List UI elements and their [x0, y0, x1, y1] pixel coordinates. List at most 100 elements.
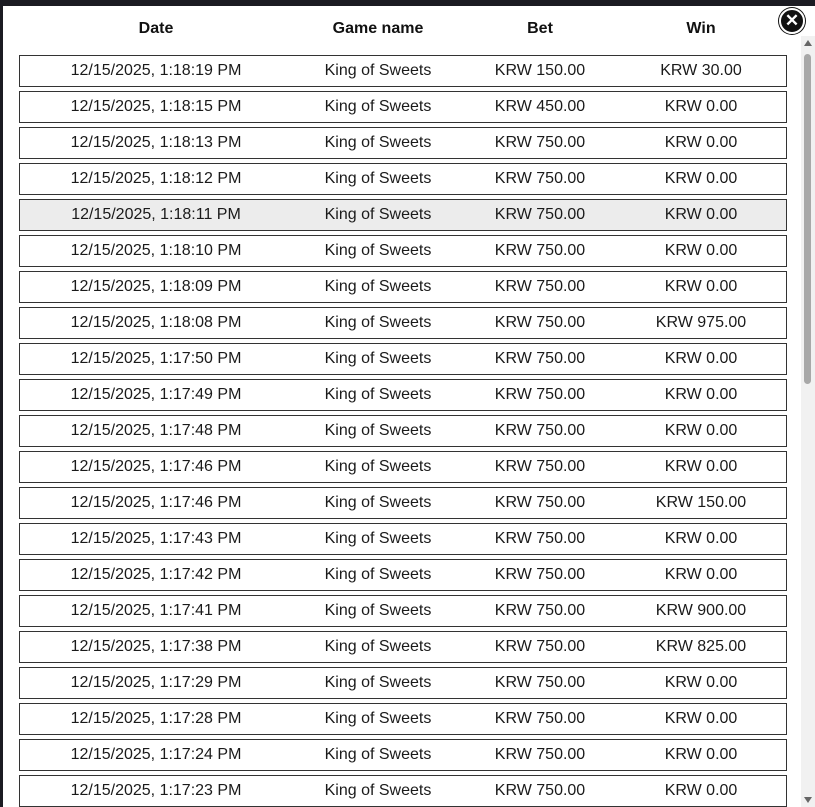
- cell-game-name: King of Sweets: [324, 638, 432, 655]
- cell-win: KRW 0.00: [664, 458, 738, 475]
- cell-date: 12/15/2025, 1:18:15 PM: [70, 98, 242, 115]
- cell-bet: KRW 750.00: [494, 422, 586, 439]
- cell-win: KRW 0.00: [664, 566, 738, 583]
- cell-date: 12/15/2025, 1:18:12 PM: [70, 170, 242, 187]
- cell-bet: KRW 750.00: [494, 530, 586, 547]
- table-row[interactable]: 12/15/2025, 1:17:23 PM King of Sweets KRW …: [19, 775, 787, 807]
- cell-date: 12/15/2025, 1:18:09 PM: [70, 278, 242, 295]
- cell-win: KRW 0.00: [664, 674, 738, 691]
- table-row[interactable]: 12/15/2025, 1:17:49 PM King of Sweets KRW …: [19, 379, 787, 411]
- cell-game-name: King of Sweets: [324, 314, 432, 331]
- table-row[interactable]: 12/15/2025, 1:17:29 PM King of Sweets KRW …: [19, 667, 787, 699]
- cell-game-name: King of Sweets: [324, 710, 432, 727]
- cell-bet: KRW 750.00: [494, 206, 586, 223]
- bet-history-modal: Date Game name Bet Win 12/15/2025, 1:18:…: [3, 6, 815, 807]
- cell-game-name: King of Sweets: [324, 674, 432, 691]
- cell-date: 12/15/2025, 1:17:38 PM: [70, 638, 242, 655]
- cell-win: KRW 150.00: [655, 494, 747, 511]
- cell-date: 12/15/2025, 1:17:49 PM: [70, 386, 242, 403]
- cell-bet: KRW 750.00: [494, 638, 586, 655]
- header-bet[interactable]: Bet: [464, 20, 616, 38]
- cell-date: 12/15/2025, 1:18:10 PM: [70, 242, 242, 259]
- cell-game-name: King of Sweets: [324, 746, 432, 763]
- cell-bet: KRW 750.00: [494, 314, 586, 331]
- cell-game-name: King of Sweets: [324, 458, 432, 475]
- table-row[interactable]: 12/15/2025, 1:18:11 PM King of Sweets KRW …: [19, 199, 787, 231]
- cell-bet: KRW 750.00: [494, 746, 586, 763]
- cell-game-name: King of Sweets: [324, 98, 432, 115]
- cell-game-name: King of Sweets: [324, 206, 432, 223]
- cell-win: KRW 0.00: [664, 746, 738, 763]
- vertical-scrollbar[interactable]: [801, 36, 815, 807]
- cell-win: KRW 0.00: [664, 386, 738, 403]
- cell-game-name: King of Sweets: [324, 494, 432, 511]
- table-row[interactable]: 12/15/2025, 1:17:42 PM King of Sweets KRW …: [19, 559, 787, 591]
- table-row[interactable]: 12/15/2025, 1:18:09 PM King of Sweets KRW …: [19, 271, 787, 303]
- cell-bet: KRW 750.00: [494, 242, 586, 259]
- header-date[interactable]: Date: [20, 20, 292, 38]
- cell-date: 12/15/2025, 1:17:46 PM: [70, 458, 242, 475]
- cell-date: 12/15/2025, 1:18:08 PM: [70, 314, 242, 331]
- cell-game-name: King of Sweets: [324, 782, 432, 799]
- cell-win: KRW 0.00: [664, 710, 738, 727]
- cell-bet: KRW 750.00: [494, 602, 586, 619]
- scroll-up-arrow-icon[interactable]: [804, 40, 812, 46]
- cell-game-name: King of Sweets: [324, 422, 432, 439]
- cell-bet: KRW 750.00: [494, 494, 586, 511]
- cell-win: KRW 0.00: [664, 422, 738, 439]
- cell-game-name: King of Sweets: [324, 602, 432, 619]
- cell-bet: KRW 750.00: [494, 386, 586, 403]
- cell-date: 12/15/2025, 1:17:23 PM: [70, 782, 242, 799]
- cell-bet: KRW 750.00: [494, 134, 586, 151]
- cell-date: 12/15/2025, 1:17:29 PM: [70, 674, 242, 691]
- cell-win: KRW 0.00: [664, 350, 738, 367]
- table-row[interactable]: 12/15/2025, 1:17:46 PM King of Sweets KRW …: [19, 451, 787, 483]
- cell-bet: KRW 450.00: [494, 98, 586, 115]
- table-row[interactable]: 12/15/2025, 1:17:43 PM King of Sweets KRW …: [19, 523, 787, 555]
- header-game-name[interactable]: Game name: [292, 20, 464, 38]
- cell-win: KRW 0.00: [664, 530, 738, 547]
- table-row[interactable]: 12/15/2025, 1:17:41 PM King of Sweets KRW …: [19, 595, 787, 627]
- close-button[interactable]: ✕: [779, 8, 805, 34]
- cell-date: 12/15/2025, 1:18:13 PM: [70, 134, 242, 151]
- cell-game-name: King of Sweets: [324, 566, 432, 583]
- cell-game-name: King of Sweets: [324, 170, 432, 187]
- cell-win: KRW 0.00: [664, 242, 738, 259]
- cell-date: 12/15/2025, 1:17:28 PM: [70, 710, 242, 727]
- cell-date: 12/15/2025, 1:17:50 PM: [70, 350, 242, 367]
- table-row[interactable]: 12/15/2025, 1:17:28 PM King of Sweets KRW …: [19, 703, 787, 735]
- cell-date: 12/15/2025, 1:17:48 PM: [70, 422, 242, 439]
- table-row[interactable]: 12/15/2025, 1:17:48 PM King of Sweets KRW …: [19, 415, 787, 447]
- scroll-down-arrow-icon[interactable]: [804, 797, 812, 803]
- cell-bet: KRW 750.00: [494, 170, 586, 187]
- table-row[interactable]: 12/15/2025, 1:17:38 PM King of Sweets KRW …: [19, 631, 787, 663]
- header-win[interactable]: Win: [616, 20, 786, 38]
- cell-game-name: King of Sweets: [324, 350, 432, 367]
- table-row[interactable]: 12/15/2025, 1:18:19 PM King of Sweets KRW …: [19, 55, 787, 87]
- table-row[interactable]: 12/15/2025, 1:18:13 PM King of Sweets KRW …: [19, 127, 787, 159]
- cell-date: 12/15/2025, 1:18:11 PM: [71, 206, 241, 223]
- cell-game-name: King of Sweets: [324, 62, 432, 79]
- scroll-thumb[interactable]: [804, 54, 811, 384]
- cell-win: KRW 825.00: [655, 638, 747, 655]
- cell-bet: KRW 750.00: [494, 278, 586, 295]
- cell-date: 12/15/2025, 1:18:19 PM: [70, 62, 242, 79]
- table-row[interactable]: 12/15/2025, 1:18:10 PM King of Sweets KRW …: [19, 235, 787, 267]
- cell-win: KRW 0.00: [664, 782, 738, 799]
- table-row[interactable]: 12/15/2025, 1:18:15 PM King of Sweets KRW …: [19, 91, 787, 123]
- cell-game-name: King of Sweets: [324, 386, 432, 403]
- cell-win: KRW 0.00: [664, 206, 738, 223]
- cell-game-name: King of Sweets: [324, 278, 432, 295]
- table-row[interactable]: 12/15/2025, 1:17:24 PM King of Sweets KRW …: [19, 739, 787, 771]
- table-header: Date Game name Bet Win: [20, 6, 786, 52]
- table-row[interactable]: 12/15/2025, 1:18:08 PM King of Sweets KRW …: [19, 307, 787, 339]
- cell-date: 12/15/2025, 1:17:46 PM: [70, 494, 242, 511]
- table-row[interactable]: 12/15/2025, 1:17:46 PM King of Sweets KRW …: [19, 487, 787, 519]
- cell-bet: KRW 750.00: [494, 710, 586, 727]
- cell-win: KRW 0.00: [664, 134, 738, 151]
- table-row[interactable]: 12/15/2025, 1:18:12 PM King of Sweets KRW …: [19, 163, 787, 195]
- cell-game-name: King of Sweets: [324, 242, 432, 259]
- cell-bet: KRW 750.00: [494, 566, 586, 583]
- cell-date: 12/15/2025, 1:17:42 PM: [70, 566, 242, 583]
- table-row[interactable]: 12/15/2025, 1:17:50 PM King of Sweets KRW …: [19, 343, 787, 375]
